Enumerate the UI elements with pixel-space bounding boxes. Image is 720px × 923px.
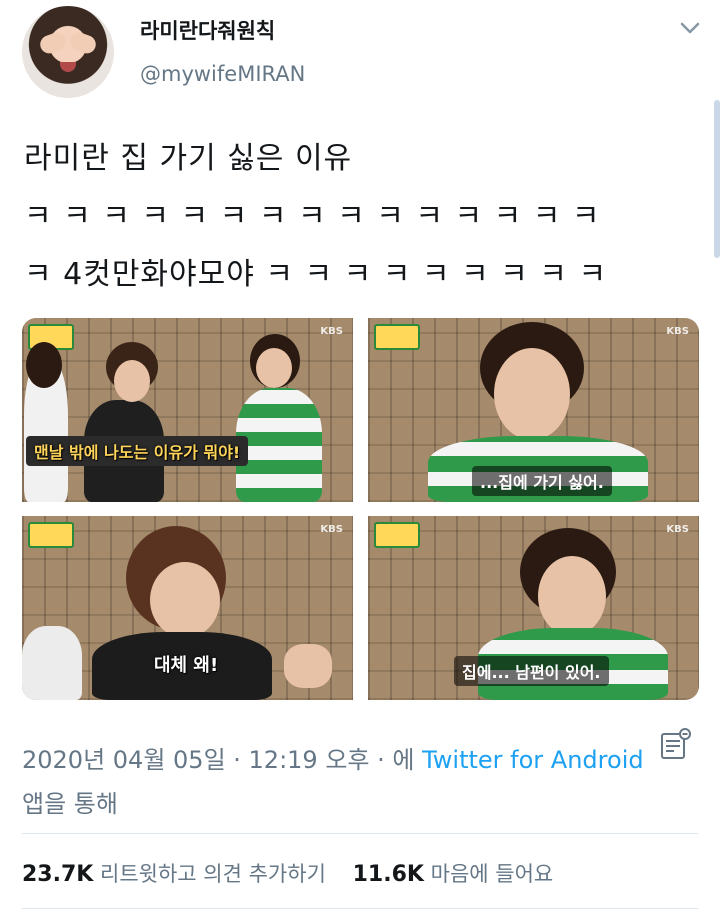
retweets-stat[interactable]: 23.7K 리트윗하고 의견 추가하기: [22, 862, 333, 887]
show-logo: [374, 522, 420, 548]
likes-label: 마음에 들어요: [430, 862, 554, 886]
retweets-label: 리트윗하고 의견 추가하기: [100, 862, 326, 886]
panel-subtitle: 맨날 밖에 나도는 이유가 뭐야!: [26, 436, 249, 466]
tweet-meta: 2020년 04월 05일 · 12:19 오후 · 에 Twitter for…: [22, 738, 662, 826]
media-panel[interactable]: KBS 대체 왜!: [22, 516, 353, 700]
broadcaster-logo: KBS: [320, 524, 343, 535]
analytics-icon[interactable]: [660, 728, 692, 762]
panel-subtitle: 집에... 남편이 있어.: [454, 656, 609, 686]
person-hair: [26, 342, 62, 388]
broadcaster-logo: KBS: [666, 524, 689, 535]
source-suffix: 앱을 통해: [22, 790, 118, 818]
person: [22, 626, 82, 700]
tweet-line: ㅋ 4컷만화야모야 ㅋ ㅋ ㅋ ㅋ ㅋ ㅋ ㅋ ㅋ ㅋ: [24, 257, 608, 292]
media-grid[interactable]: KBS 맨날 밖에 나도는 이유가 뭐야! KBS ...집에 가기 싫어. K…: [22, 318, 699, 700]
person-face: [114, 360, 150, 402]
broadcaster-logo: KBS: [320, 326, 343, 337]
scrollbar[interactable]: [714, 100, 720, 258]
person: [236, 388, 322, 502]
divider: [22, 908, 698, 909]
media-panel[interactable]: KBS 집에... 남편이 있어.: [368, 516, 699, 700]
likes-count: 11.6K: [352, 862, 424, 887]
tweet-line: 라미란 집 가기 싫은 이유: [24, 141, 353, 176]
person-face: [150, 562, 220, 638]
show-logo: [28, 522, 74, 548]
tweet-line: ㅋ ㅋ ㅋ ㅋ ㅋ ㅋ ㅋ ㅋ ㅋ ㅋ ㅋ ㅋ ㅋ ㅋ ㅋ: [24, 199, 601, 234]
author-display-name[interactable]: 라미란다줘원칙: [140, 15, 275, 45]
author-handle[interactable]: @mywifeMIRAN: [140, 62, 305, 86]
tweet-stats: 23.7K 리트윗하고 의견 추가하기 11.6K 마음에 들어요: [22, 858, 553, 888]
avatar-hand: [37, 30, 69, 56]
panel-subtitle: 대체 왜!: [154, 655, 219, 676]
person-face: [538, 556, 606, 636]
broadcaster-logo: KBS: [666, 326, 689, 337]
retweets-count: 23.7K: [22, 862, 94, 887]
media-panel[interactable]: KBS 맨날 밖에 나도는 이유가 뭐야!: [22, 318, 353, 502]
avatar[interactable]: [22, 6, 114, 98]
tweet-text: 라미란 집 가기 싫은 이유 ㅋ ㅋ ㅋ ㅋ ㅋ ㅋ ㅋ ㅋ ㅋ ㅋ ㅋ ㅋ ㅋ…: [24, 130, 694, 304]
chevron-down-icon[interactable]: [676, 14, 704, 42]
show-logo: [374, 324, 420, 350]
panel-subtitle: ...집에 가기 싫어.: [472, 466, 612, 496]
avatar-mouth: [60, 62, 76, 72]
media-panel[interactable]: KBS ...집에 가기 싫어.: [368, 318, 699, 502]
source-link[interactable]: Twitter for Android: [422, 746, 643, 774]
divider: [22, 833, 698, 834]
person-hand: [284, 644, 332, 688]
avatar-hand: [67, 30, 99, 56]
timestamp[interactable]: 2020년 04월 05일 · 12:19 오후 · 에: [22, 746, 414, 774]
likes-stat[interactable]: 11.6K 마음에 들어요: [352, 862, 554, 887]
person-face: [494, 348, 570, 440]
person-face: [256, 348, 292, 388]
